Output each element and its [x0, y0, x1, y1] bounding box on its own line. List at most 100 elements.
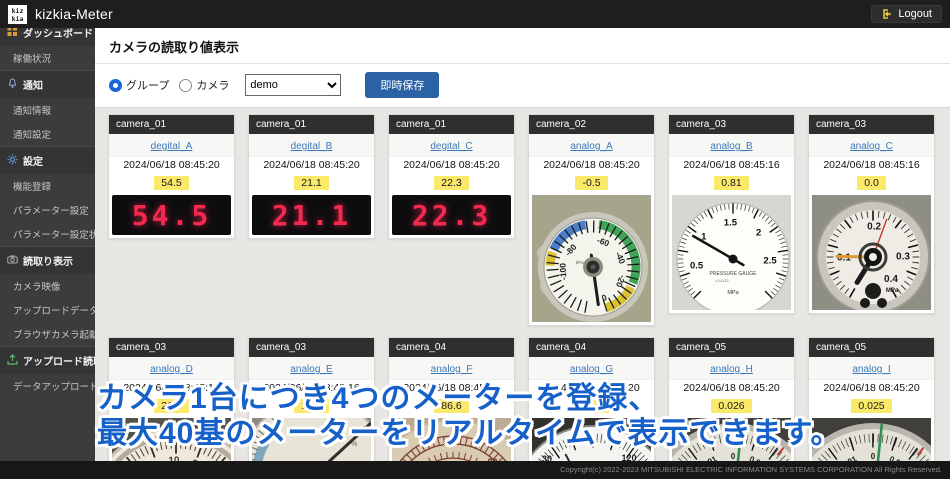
meter-link-row: analog_H [669, 357, 794, 380]
sidebar-item[interactable]: 通知情報 [0, 98, 95, 122]
camera-name: camera_05 [669, 338, 794, 357]
meter-card: camera_02 analog_A 2024/06/18 08:45:20 -0.5… [528, 114, 655, 326]
sidebar-section-label: 通知 [23, 81, 43, 92]
reading-value-row: 21.1 [249, 172, 374, 193]
sidebar-section: 通知通知情報 通知設定 [0, 70, 95, 146]
sidebar-section-gear[interactable]: 設定 [0, 147, 95, 174]
meter-name-link[interactable]: analog_C [850, 141, 893, 152]
meter-name-link[interactable]: analog_H [710, 364, 753, 375]
digital-meter-image: 21.1 [252, 195, 371, 235]
logo-line-2: kia [11, 14, 24, 23]
sidebar-section-label: ダッシュボード [23, 29, 93, 40]
toolbar: グループ カメラ demo 即時保存 [95, 64, 950, 107]
camera-name: camera_03 [249, 338, 374, 357]
sidebar-section-dashboard[interactable]: ダッシュボード [0, 28, 95, 46]
digital-meter-image: 22.3 [392, 195, 511, 235]
meter-card-grid: camera_01 degital_A 2024/06/18 08:45:20 54.… [95, 108, 950, 479]
svg-text:kPa: kPa [576, 260, 584, 265]
radio-group-option[interactable]: グループ [109, 77, 169, 93]
svg-text:1.5: 1.5 [724, 217, 738, 228]
save-now-button[interactable]: 即時保存 [365, 72, 440, 98]
meter-name-link[interactable]: degital_C [430, 141, 472, 152]
sidebar-section-camera[interactable]: 読取り表示 [0, 247, 95, 274]
reading-value: 21.1 [294, 176, 329, 190]
sidebar-item[interactable]: 機能登録 [0, 174, 95, 198]
svg-text:0: 0 [731, 452, 736, 461]
meter-link-row: analog_I [809, 357, 934, 380]
reading-value: 59.6 [574, 399, 609, 413]
reading-timestamp: 2024/06/18 08:45:20 [543, 159, 640, 171]
analog-gauge-image: 0.10.20.30.4MPa [812, 195, 931, 310]
sidebar-item[interactable]: アップロードデータ [0, 298, 95, 322]
meter-name-link[interactable]: analog_D [150, 364, 193, 375]
radio-unselected-icon[interactable] [179, 78, 193, 92]
reading-timestamp: 2024/06/18 08:45:16 [823, 159, 920, 171]
reading-timestamp: 2024/06/18 08:45:16 [683, 159, 780, 171]
sidebar-item[interactable]: パラメーター設定状況 [0, 222, 95, 246]
meter-card: camera_01 degital_B 2024/06/18 08:45:20 21.… [248, 114, 375, 239]
meter-link-row: degital_A [109, 134, 234, 157]
bell-icon [7, 77, 18, 92]
sidebar-item[interactable]: カメラ映像 [0, 274, 95, 298]
meter-link-row: analog_F [389, 357, 514, 380]
meter-card: camera_03 analog_D 2024/06/18 08:45:16 21.6… [108, 337, 235, 479]
camera-name: camera_03 [109, 338, 234, 357]
upload-icon [7, 353, 18, 368]
sidebar-section: ダッシュボード稼働状況 [0, 28, 95, 70]
logout-icon [883, 9, 892, 19]
reading-value: -0.5 [575, 176, 608, 190]
svg-text:0: 0 [871, 452, 876, 461]
radio-camera-option[interactable]: カメラ [179, 77, 229, 93]
camera-name: camera_05 [809, 338, 934, 357]
logout-label: Logout [898, 8, 932, 20]
reading-timestamp: 2024/06/18 08:45:20 [263, 159, 360, 171]
meter-card: camera_05 analog_H 2024/06/18 08:45:20 0.02… [668, 337, 795, 479]
meter-name-link[interactable]: degital_B [291, 141, 333, 152]
meter-card: camera_04 analog_G 2024/06/18 08:45:20 59.6… [528, 337, 655, 479]
svg-text:2.5: 2.5 [763, 256, 777, 267]
meter-card: camera_04 analog_F 2024/06/18 08:45:20 86.6… [388, 337, 515, 479]
sidebar-section-upload[interactable]: アップロード読取り [0, 347, 95, 374]
sidebar-item[interactable]: 稼働状況 [0, 46, 95, 70]
meter-link-row: degital_B [249, 134, 374, 157]
reading-value-row: 86.6 [389, 395, 514, 416]
sidebar-section-bell[interactable]: 通知 [0, 71, 95, 98]
meter-name-link[interactable]: analog_F [431, 364, 473, 375]
meter-name-link[interactable]: degital_A [151, 141, 193, 152]
sidebar-section-label: アップロード読取り [23, 357, 95, 368]
reading-timestamp: 2024/06/18 08:45:20 [403, 382, 500, 394]
radio-selected-icon[interactable] [109, 78, 122, 92]
reading-timestamp: 2024/06/18 08:45:20 [543, 382, 640, 394]
sidebar-section: アップロード読取りデータアップロード [0, 346, 95, 398]
svg-text:0.2: 0.2 [867, 222, 881, 233]
meter-link-row: analog_E [249, 357, 374, 380]
reading-timestamp: 2024/06/18 08:45:20 [823, 382, 920, 394]
camera-name: camera_04 [529, 338, 654, 357]
reading-timestamp: 2024/06/18 08:45:20 [403, 159, 500, 171]
meter-card: camera_03 analog_C 2024/06/18 08:45:16 0.0 0… [808, 114, 935, 314]
sidebar-item[interactable]: ブラウザカメラ起動 [0, 322, 95, 346]
svg-text:0.5: 0.5 [690, 261, 704, 272]
group-select[interactable]: demo [245, 74, 342, 96]
kizkia-logo: kiz kia [8, 4, 27, 24]
sidebar-section: 読取り表示 カメラ映像 アップロードデータ ブラウザカメラ起動 [0, 246, 95, 346]
logo-line-1: kiz [11, 6, 24, 15]
svg-text:L04132: L04132 [715, 278, 729, 283]
digital-meter-image: 54.5 [112, 195, 231, 235]
meter-name-link[interactable]: analog_A [570, 141, 612, 152]
logout-button[interactable]: Logout [871, 5, 942, 23]
reading-value: 0.025 [851, 399, 892, 413]
sidebar-item[interactable]: パラメーター設定 [0, 198, 95, 222]
meter-link-row: analog_B [669, 134, 794, 157]
meter-name-link[interactable]: analog_G [570, 364, 613, 375]
sidebar-section-label: 設定 [23, 157, 43, 168]
sidebar-item[interactable]: 通知設定 [0, 122, 95, 146]
meter-name-link[interactable]: analog_I [852, 364, 890, 375]
meter-name-link[interactable]: analog_B [710, 141, 752, 152]
reading-value: 0.0 [857, 176, 886, 190]
reading-timestamp: 2024/06/18 08:45:20 [683, 382, 780, 394]
meter-link-row: analog_D [109, 357, 234, 380]
gauge-graphic: 0.10.20.30.4MPa [812, 195, 931, 310]
sidebar-item[interactable]: データアップロード [0, 374, 95, 398]
meter-name-link[interactable]: analog_E [290, 364, 332, 375]
